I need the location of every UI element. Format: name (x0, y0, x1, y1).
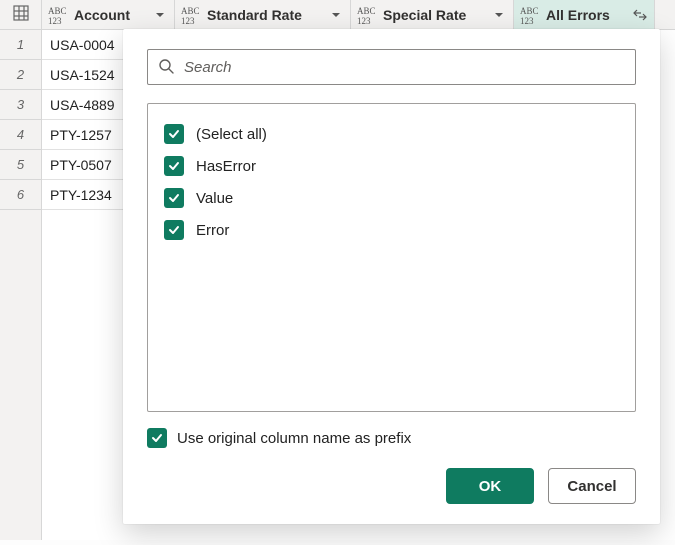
checkbox-checked-icon (164, 220, 184, 240)
svg-text:ABC: ABC (48, 6, 67, 16)
prefix-label: Use original column name as prefix (177, 430, 411, 447)
row-number[interactable]: 6 (0, 180, 42, 210)
option-label: Error (196, 222, 229, 239)
checkbox-checked-icon (164, 188, 184, 208)
svg-text:123: 123 (48, 16, 62, 25)
expand-icon[interactable] (632, 8, 648, 22)
datatype-any-icon: ABC123 (48, 5, 70, 25)
expand-column-popup: (Select all) HasError Value Error Use or… (123, 29, 660, 524)
select-all-corner[interactable] (0, 0, 42, 30)
svg-text:ABC: ABC (181, 6, 200, 16)
checkbox-checked-icon (164, 124, 184, 144)
empty-rownum (0, 480, 42, 510)
option-1[interactable]: HasError (162, 150, 621, 182)
option-0[interactable]: (Select all) (162, 118, 621, 150)
datatype-any-icon: ABC123 (181, 5, 203, 25)
search-input-wrapper[interactable] (147, 49, 636, 85)
row-number[interactable]: 4 (0, 120, 42, 150)
svg-text:123: 123 (520, 16, 534, 25)
empty-rownum (0, 360, 42, 390)
checkbox-checked-icon (147, 428, 167, 448)
row-number[interactable]: 2 (0, 60, 42, 90)
empty-rownum (0, 210, 42, 240)
row-number[interactable]: 3 (0, 90, 42, 120)
dialog-buttons: OK Cancel (147, 468, 636, 504)
checkbox-checked-icon (164, 156, 184, 176)
column-options-list: (Select all) HasError Value Error (147, 103, 636, 412)
option-3[interactable]: Error (162, 214, 621, 246)
prefix-option[interactable]: Use original column name as prefix (147, 428, 636, 448)
chevron-down-icon[interactable] (328, 10, 344, 20)
empty-rownum (0, 510, 42, 540)
option-label: HasError (196, 158, 256, 175)
column-header-3[interactable]: ABC123 All Errors (514, 0, 655, 30)
svg-text:ABC: ABC (357, 6, 376, 16)
svg-text:123: 123 (357, 16, 371, 25)
empty-rownum (0, 240, 42, 270)
cancel-button[interactable]: Cancel (548, 468, 636, 504)
option-label: (Select all) (196, 126, 267, 143)
chevron-down-icon[interactable] (152, 10, 168, 20)
empty-rownum (0, 300, 42, 330)
column-label: All Errors (546, 7, 628, 23)
empty-rownum (0, 330, 42, 360)
datatype-any-icon: ABC123 (357, 5, 379, 25)
column-label: Account (74, 7, 148, 23)
row-number[interactable]: 5 (0, 150, 42, 180)
search-input[interactable] (182, 58, 625, 77)
search-icon (158, 58, 174, 77)
column-label: Standard Rate (207, 7, 324, 23)
table-icon (12, 4, 30, 25)
chevron-down-icon[interactable] (491, 10, 507, 20)
header-filler (655, 0, 675, 30)
column-label: Special Rate (383, 7, 487, 23)
datatype-any-icon: ABC123 (520, 5, 542, 25)
ok-button[interactable]: OK (446, 468, 534, 504)
empty-rownum (0, 270, 42, 300)
empty-rownum (0, 450, 42, 480)
svg-text:ABC: ABC (520, 6, 539, 16)
row-number[interactable]: 1 (0, 30, 42, 60)
empty-rownum (0, 390, 42, 420)
option-label: Value (196, 190, 233, 207)
empty-rownum (0, 420, 42, 450)
option-2[interactable]: Value (162, 182, 621, 214)
column-header-1[interactable]: ABC123 Standard Rate (175, 0, 351, 30)
svg-text:123: 123 (181, 16, 195, 25)
column-header-2[interactable]: ABC123 Special Rate (351, 0, 514, 30)
column-header-0[interactable]: ABC123 Account (42, 0, 175, 30)
